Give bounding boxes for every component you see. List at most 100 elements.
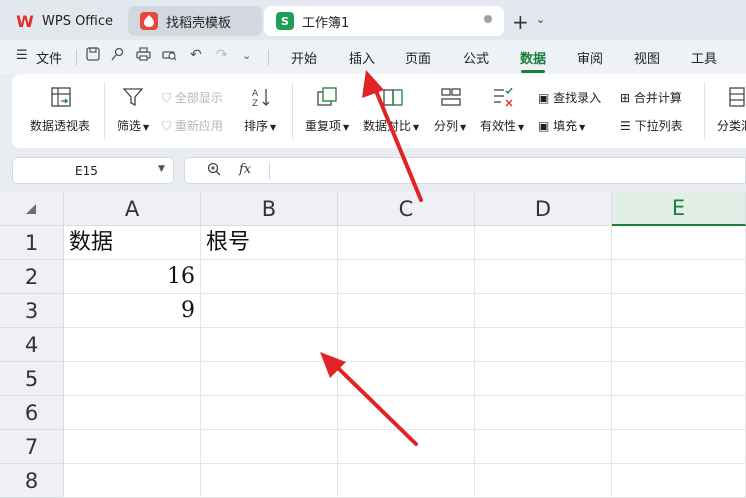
cell-e4[interactable] bbox=[612, 328, 746, 362]
select-all-corner[interactable] bbox=[0, 192, 64, 226]
consolidate-button[interactable]: ⊞ 合并计算 bbox=[620, 89, 682, 106]
find-entry-button[interactable]: ▣ 查找录入 bbox=[538, 89, 601, 106]
menu-home[interactable]: 开始 bbox=[291, 48, 317, 67]
cell-a6[interactable] bbox=[64, 396, 201, 430]
cell-b6[interactable] bbox=[201, 396, 338, 430]
cell-e5[interactable] bbox=[612, 362, 746, 396]
tab-wps-office[interactable]: W WPS Office bbox=[4, 6, 124, 36]
zoom-icon[interactable] bbox=[207, 162, 221, 180]
cell-e7[interactable] bbox=[612, 430, 746, 464]
hamburger-menu-icon[interactable]: ☰ bbox=[16, 48, 28, 63]
cell-b2[interactable] bbox=[201, 260, 338, 294]
show-all-button[interactable]: ⛉ 全部显示 bbox=[162, 89, 223, 106]
cell-e2[interactable] bbox=[612, 260, 746, 294]
column-header-d[interactable]: D bbox=[475, 192, 612, 226]
row-header-8[interactable]: 8 bbox=[0, 464, 64, 498]
cell-b5[interactable] bbox=[201, 362, 338, 396]
row-header-2[interactable]: 2 bbox=[0, 260, 64, 294]
reapply-button[interactable]: ⛉ 重新应用 bbox=[162, 117, 223, 134]
cell-c6[interactable] bbox=[338, 396, 475, 430]
column-header-b[interactable]: B bbox=[201, 192, 338, 226]
print-icon[interactable] bbox=[136, 47, 151, 65]
cell-d7[interactable] bbox=[475, 430, 612, 464]
cell-d4[interactable] bbox=[475, 328, 612, 362]
menu-page[interactable]: 页面 bbox=[405, 48, 431, 67]
menu-file[interactable]: 文件 bbox=[36, 48, 62, 67]
duplicates-button[interactable]: 重复项 ▼ bbox=[305, 117, 349, 134]
cell-d8[interactable] bbox=[475, 464, 612, 498]
split-column-button[interactable]: 分列 ▼ bbox=[434, 117, 466, 134]
menu-tools[interactable]: 工具 bbox=[691, 48, 717, 67]
sort-button[interactable]: 排序 ▼ bbox=[244, 117, 276, 134]
cell-d2[interactable] bbox=[475, 260, 612, 294]
cell-b8[interactable] bbox=[201, 464, 338, 498]
tab-workbook[interactable]: S 工作簿1 bbox=[264, 6, 504, 36]
select-all-icon bbox=[26, 204, 36, 214]
menu-review[interactable]: 审阅 bbox=[577, 48, 603, 67]
cell-a8[interactable] bbox=[64, 464, 201, 498]
cell-b4[interactable] bbox=[201, 328, 338, 362]
cell-a3[interactable]: 9 bbox=[64, 294, 201, 328]
name-box[interactable]: E15 ▼ bbox=[12, 157, 174, 184]
wps-logo-icon: W bbox=[16, 11, 34, 31]
menu-data[interactable]: 数据 bbox=[520, 48, 546, 67]
chevron-down-icon[interactable]: ▼ bbox=[158, 164, 165, 174]
unsaved-dot-icon[interactable] bbox=[484, 15, 492, 23]
cell-a1[interactable]: 数据 bbox=[64, 226, 201, 260]
row-header-7[interactable]: 7 bbox=[0, 430, 64, 464]
menu-insert[interactable]: 插入 bbox=[349, 48, 375, 67]
tab-template[interactable]: 找稻壳模板 bbox=[128, 6, 262, 36]
cell-b1[interactable]: 根号 bbox=[201, 226, 338, 260]
row-header-3[interactable]: 3 bbox=[0, 294, 64, 328]
cell-e1[interactable] bbox=[612, 226, 746, 260]
cell-a4[interactable] bbox=[64, 328, 201, 362]
column-header-e[interactable]: E bbox=[612, 192, 746, 226]
subtotal-button[interactable]: 分类汇 bbox=[717, 117, 746, 134]
tab-list-chevron-icon[interactable]: ⌄ bbox=[536, 13, 545, 26]
undo-icon[interactable]: ↶ bbox=[190, 47, 202, 63]
cell-d1[interactable] bbox=[475, 226, 612, 260]
cell-e8[interactable] bbox=[612, 464, 746, 498]
cell-a7[interactable] bbox=[64, 430, 201, 464]
cell-d5[interactable] bbox=[475, 362, 612, 396]
formula-bar[interactable]: fx bbox=[184, 157, 746, 184]
cell-e6[interactable] bbox=[612, 396, 746, 430]
cell-a5[interactable] bbox=[64, 362, 201, 396]
row-header-1[interactable]: 1 bbox=[0, 226, 64, 260]
cell-d3[interactable] bbox=[475, 294, 612, 328]
cell-a2[interactable]: 16 bbox=[64, 260, 201, 294]
menu-view[interactable]: 视图 bbox=[634, 48, 660, 67]
cell-c7[interactable] bbox=[338, 430, 475, 464]
cell-d6[interactable] bbox=[475, 396, 612, 430]
cell-c2[interactable] bbox=[338, 260, 475, 294]
cell-c5[interactable] bbox=[338, 362, 475, 396]
pivot-table-button[interactable]: 数据透视表 bbox=[30, 117, 90, 134]
row-header-6[interactable]: 6 bbox=[0, 396, 64, 430]
new-tab-icon[interactable]: + bbox=[512, 10, 529, 34]
column-header-c[interactable]: C bbox=[338, 192, 475, 226]
cell-b7[interactable] bbox=[201, 430, 338, 464]
validity-button[interactable]: 有效性 ▼ bbox=[480, 117, 524, 134]
row-header-4[interactable]: 4 bbox=[0, 328, 64, 362]
save-icon[interactable] bbox=[86, 47, 100, 65]
cell-b3[interactable] bbox=[201, 294, 338, 328]
cell-c3[interactable] bbox=[338, 294, 475, 328]
menu-formula[interactable]: 公式 bbox=[463, 48, 489, 67]
chevron-down-icon: ▼ bbox=[343, 123, 350, 132]
customize-chevron-icon[interactable]: ⌄ bbox=[242, 49, 251, 62]
fx-icon[interactable]: fx bbox=[239, 162, 251, 177]
data-compare-button[interactable]: 数据对比 ▼ bbox=[363, 117, 419, 134]
dropdown-list-button[interactable]: ☰ 下拉列表 bbox=[620, 117, 683, 134]
cell-c8[interactable] bbox=[338, 464, 475, 498]
redo-icon[interactable]: ↷ bbox=[216, 47, 228, 63]
cell-c4[interactable] bbox=[338, 328, 475, 362]
fill-button[interactable]: ▣ 填充 ▼ bbox=[538, 117, 585, 134]
row-header-5[interactable]: 5 bbox=[0, 362, 64, 396]
format-painter-icon[interactable] bbox=[110, 47, 124, 65]
tab-label: WPS Office bbox=[42, 13, 114, 29]
cell-c1[interactable] bbox=[338, 226, 475, 260]
cell-e3[interactable] bbox=[612, 294, 746, 328]
print-preview-icon[interactable] bbox=[162, 47, 177, 65]
filter-button[interactable]: 筛选 ▼ bbox=[117, 117, 149, 134]
column-header-a[interactable]: A bbox=[64, 192, 201, 226]
